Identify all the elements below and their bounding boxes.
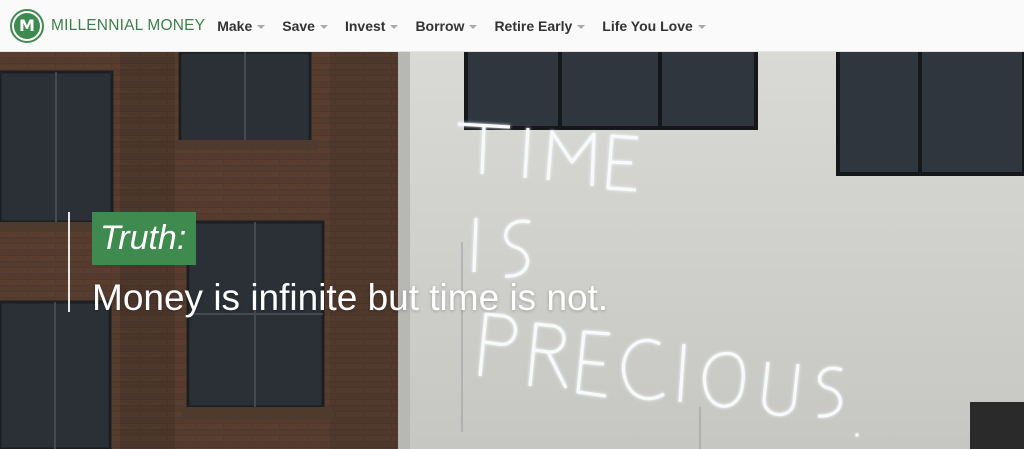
logo-mark-icon: M bbox=[10, 8, 44, 43]
nav-item-label: Save bbox=[282, 17, 315, 34]
chevron-down-icon bbox=[577, 24, 586, 29]
main-menu: Make Save Invest Borrow Retire Early Lif… bbox=[217, 18, 723, 34]
nav-item-label: Life You Love bbox=[602, 17, 693, 34]
nav-item-invest[interactable]: Invest bbox=[344, 17, 399, 34]
chevron-down-icon bbox=[469, 24, 478, 29]
nav-item-label: Retire Early bbox=[494, 17, 573, 34]
chevron-down-icon bbox=[390, 24, 399, 29]
nav-item-label: Invest bbox=[344, 17, 386, 34]
nav-item-life-you-love[interactable]: Life You Love bbox=[602, 18, 706, 34]
nav-item-label: Borrow bbox=[415, 17, 465, 34]
chevron-down-icon bbox=[319, 24, 328, 29]
hero-headline: Money is infinite but time is not. bbox=[92, 277, 609, 318]
site-name: MILLENNIAL MONEY bbox=[51, 16, 206, 34]
nav-item-save[interactable]: Save bbox=[282, 18, 328, 34]
truth-label: Truth: bbox=[92, 212, 197, 265]
chevron-down-icon bbox=[257, 24, 266, 29]
nav-item-make[interactable]: Make bbox=[217, 17, 266, 34]
chevron-down-icon bbox=[697, 24, 706, 29]
nav-item-retire-early[interactable]: Retire Early bbox=[494, 17, 586, 34]
quote-accent-bar bbox=[68, 212, 70, 312]
top-navigation-bar: M MILLENNIAL MONEY Make Save Invest Borr… bbox=[0, 0, 1024, 52]
nav-item-label: Make bbox=[217, 17, 253, 34]
site-logo[interactable]: M MILLENNIAL MONEY bbox=[10, 8, 206, 43]
nav-item-borrow[interactable]: Borrow bbox=[415, 17, 478, 34]
hero-banner: Truth: Money is infinite but time is not… bbox=[0, 52, 1024, 449]
